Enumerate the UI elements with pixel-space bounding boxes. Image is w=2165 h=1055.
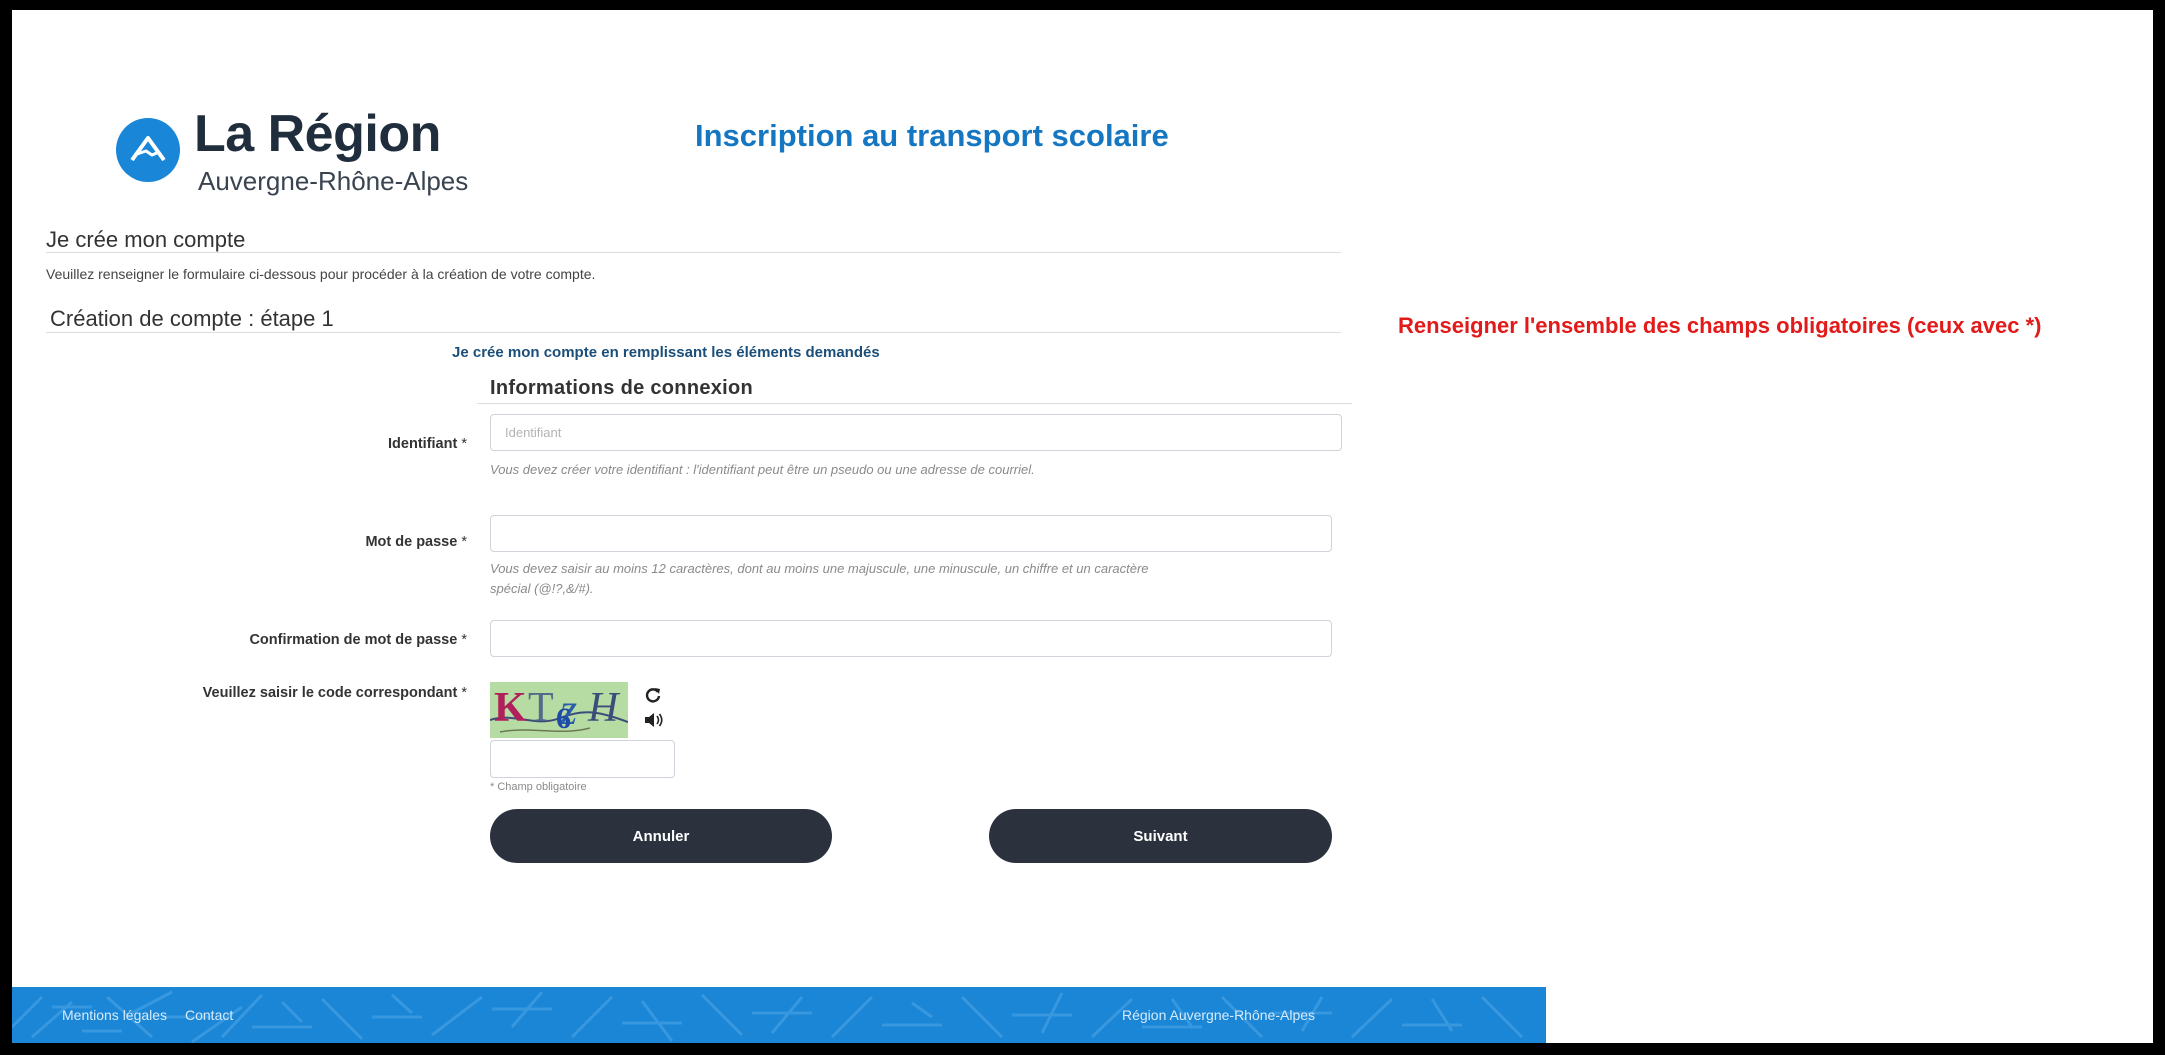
captcha-label: Veuillez saisir le code correspondant * bbox=[202, 685, 467, 701]
footer-contact-link[interactable]: Contact bbox=[185, 1007, 233, 1023]
password-label: Mot de passe * bbox=[365, 534, 467, 550]
captcha-input[interactable] bbox=[490, 740, 675, 778]
footer: Mentions légales Contact Région Auvergne… bbox=[12, 987, 1546, 1043]
password-confirm-input[interactable] bbox=[490, 620, 1332, 657]
form-instruction: Je crée mon compte en remplissant les él… bbox=[452, 344, 880, 361]
divider bbox=[46, 332, 1341, 333]
page-title: Inscription au transport scolaire bbox=[695, 118, 1169, 153]
footer-pattern bbox=[12, 990, 1524, 1043]
identifiant-label: Identifiant * bbox=[388, 436, 467, 452]
footer-org: Région Auvergne-Rhône-Alpes bbox=[1122, 1007, 1316, 1023]
brand-subtitle: Auvergne-Rhône-Alpes bbox=[198, 166, 469, 196]
speaker-icon[interactable] bbox=[644, 712, 664, 733]
step-heading: Création de compte : étape 1 bbox=[50, 306, 334, 331]
next-button[interactable]: Suivant bbox=[989, 809, 1332, 863]
account-intro: Veuillez renseigner le formulaire ci-des… bbox=[46, 266, 596, 282]
refresh-icon[interactable] bbox=[644, 686, 662, 709]
connection-section-title: Informations de connexion bbox=[490, 377, 754, 399]
account-heading: Je crée mon compte bbox=[46, 227, 246, 252]
password-help: Vous devez saisir au moins 12 caractères… bbox=[490, 561, 1149, 596]
page-frame: La Région Auvergne-Rhône-Alpes Inscripti… bbox=[12, 10, 2153, 1043]
password-input[interactable] bbox=[490, 515, 1332, 552]
cancel-button[interactable]: Annuler bbox=[490, 809, 832, 863]
brand-name: La Région bbox=[194, 105, 441, 163]
identifiant-help: Vous devez créer votre identifiant : l'i… bbox=[490, 462, 1035, 477]
password-confirm-label: Confirmation de mot de passe * bbox=[249, 632, 467, 648]
captcha-image: K T z H 6 bbox=[490, 682, 628, 738]
identifiant-input[interactable] bbox=[490, 414, 1342, 451]
required-fields-notice: Renseigner l'ensemble des champs obligat… bbox=[1398, 313, 2042, 338]
footer-legal-link[interactable]: Mentions légales bbox=[62, 1007, 167, 1023]
divider bbox=[46, 252, 1341, 253]
required-note: * Champ obligatoire bbox=[490, 781, 587, 793]
divider bbox=[477, 403, 1352, 404]
mountain-logo-icon bbox=[116, 118, 180, 182]
